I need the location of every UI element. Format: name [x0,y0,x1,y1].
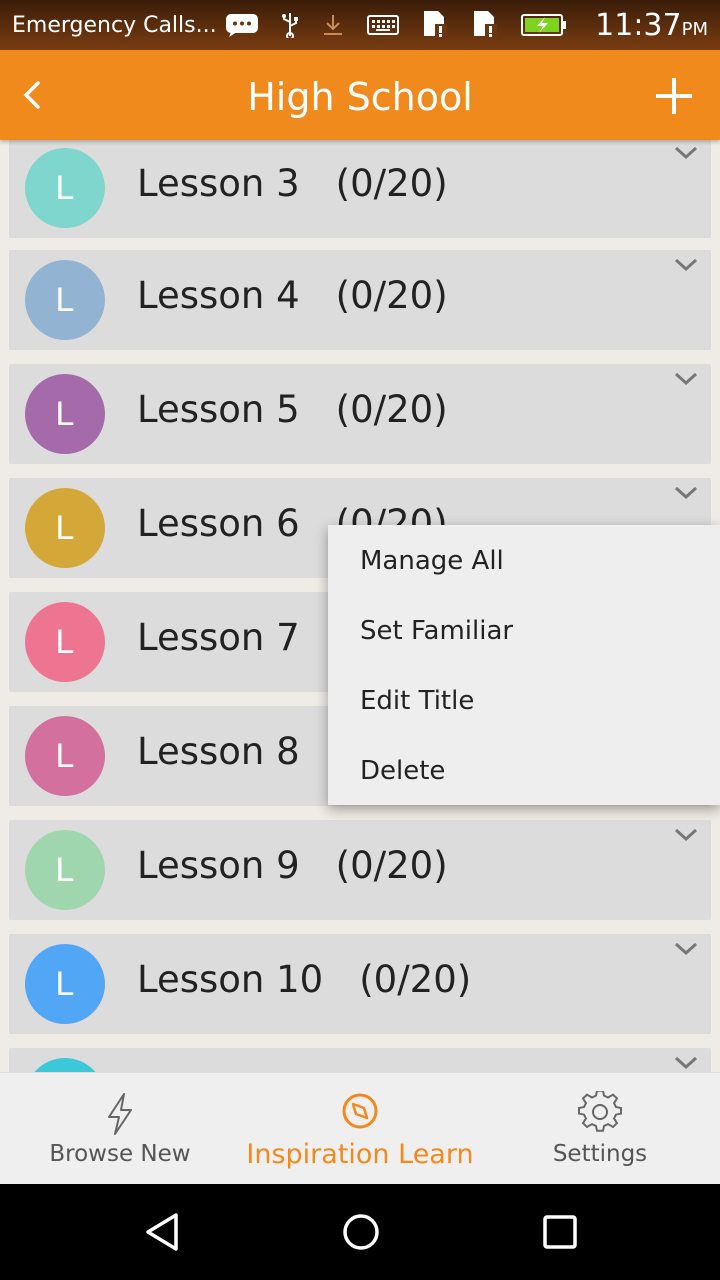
chevron-down-icon[interactable] [673,940,699,958]
add-icon[interactable] [654,76,694,116]
avatar: L [25,148,105,228]
usb-icon [281,11,299,39]
tab-settings[interactable]: Settings [480,1073,720,1184]
lesson-title: Lesson 8 [137,730,300,773]
lesson-title: Lesson 9 (0/20) [137,844,448,887]
avatar: L [25,944,105,1024]
status-bar: Emergency Calls... 11:37PM [0,0,720,50]
list-item[interactable]: L Lesson 9 (0/20) [9,820,711,920]
context-menu: Manage All Set Familiar Edit Title Delet… [328,525,720,805]
download-icon [321,11,345,39]
app-bar: High School [0,50,720,140]
chevron-down-icon[interactable] [673,144,699,162]
avatar: L [25,716,105,796]
list-item[interactable]: L Lesson 10 (0/20) [9,934,711,1034]
list-item[interactable]: L Lesson 4 (0/20) [9,250,711,350]
lesson-title: Lesson 4 (0/20) [137,274,448,317]
tab-inspiration-learn[interactable]: Inspiration Learn [240,1073,480,1184]
list-item[interactable]: L Lesson 5 (0/20) [9,364,711,464]
battery-charging-icon [520,11,567,39]
avatar: L [25,488,105,568]
status-icons [225,11,586,39]
gear-icon [577,1089,623,1137]
sim-icon [471,11,499,39]
lesson-title: Lesson 7 [137,616,300,659]
chevron-down-icon[interactable] [673,370,699,388]
menu-item-set-familiar[interactable]: Set Familiar [328,595,720,665]
page-title: High School [247,75,473,119]
keyboard-icon [366,11,399,39]
chevron-down-icon[interactable] [673,484,699,502]
avatar: L [25,602,105,682]
system-nav-bar [0,1184,720,1280]
tab-label: Inspiration Learn [246,1139,474,1170]
menu-item-edit-title[interactable]: Edit Title [328,665,720,735]
avatar: L [25,830,105,910]
sim-icon [421,11,449,39]
compass-icon [337,1091,383,1137]
menu-item-manage-all[interactable]: Manage All [328,525,720,595]
tab-browse-new[interactable]: Browse New [0,1073,240,1184]
menu-item-delete[interactable]: Delete [328,735,720,805]
list-item[interactable] [9,1048,711,1072]
tab-label: Settings [552,1141,648,1167]
home-circle-icon[interactable] [341,1212,381,1252]
lesson-title: Lesson 3 (0/20) [137,162,448,205]
avatar: L [25,374,105,454]
lesson-title: Lesson 5 (0/20) [137,388,448,431]
list-item[interactable]: L Lesson 3 (0/20) [9,140,711,238]
bottom-nav: Browse New Inspiration Learn Settings [0,1072,720,1184]
chevron-down-icon[interactable] [673,826,699,844]
lightning-icon [97,1091,143,1137]
chat-icon [225,11,259,39]
chevron-down-icon[interactable] [673,256,699,274]
clock: 11:37PM [595,7,708,43]
back-triangle-icon[interactable] [142,1212,182,1252]
lesson-title: Lesson 10 (0/20) [137,958,472,1001]
tab-label: Browse New [49,1141,191,1167]
recents-square-icon[interactable] [540,1212,580,1252]
avatar: L [25,260,105,340]
avatar [25,1058,105,1072]
carrier-label: Emergency Calls... [12,12,217,38]
chevron-down-icon[interactable] [673,1054,699,1072]
